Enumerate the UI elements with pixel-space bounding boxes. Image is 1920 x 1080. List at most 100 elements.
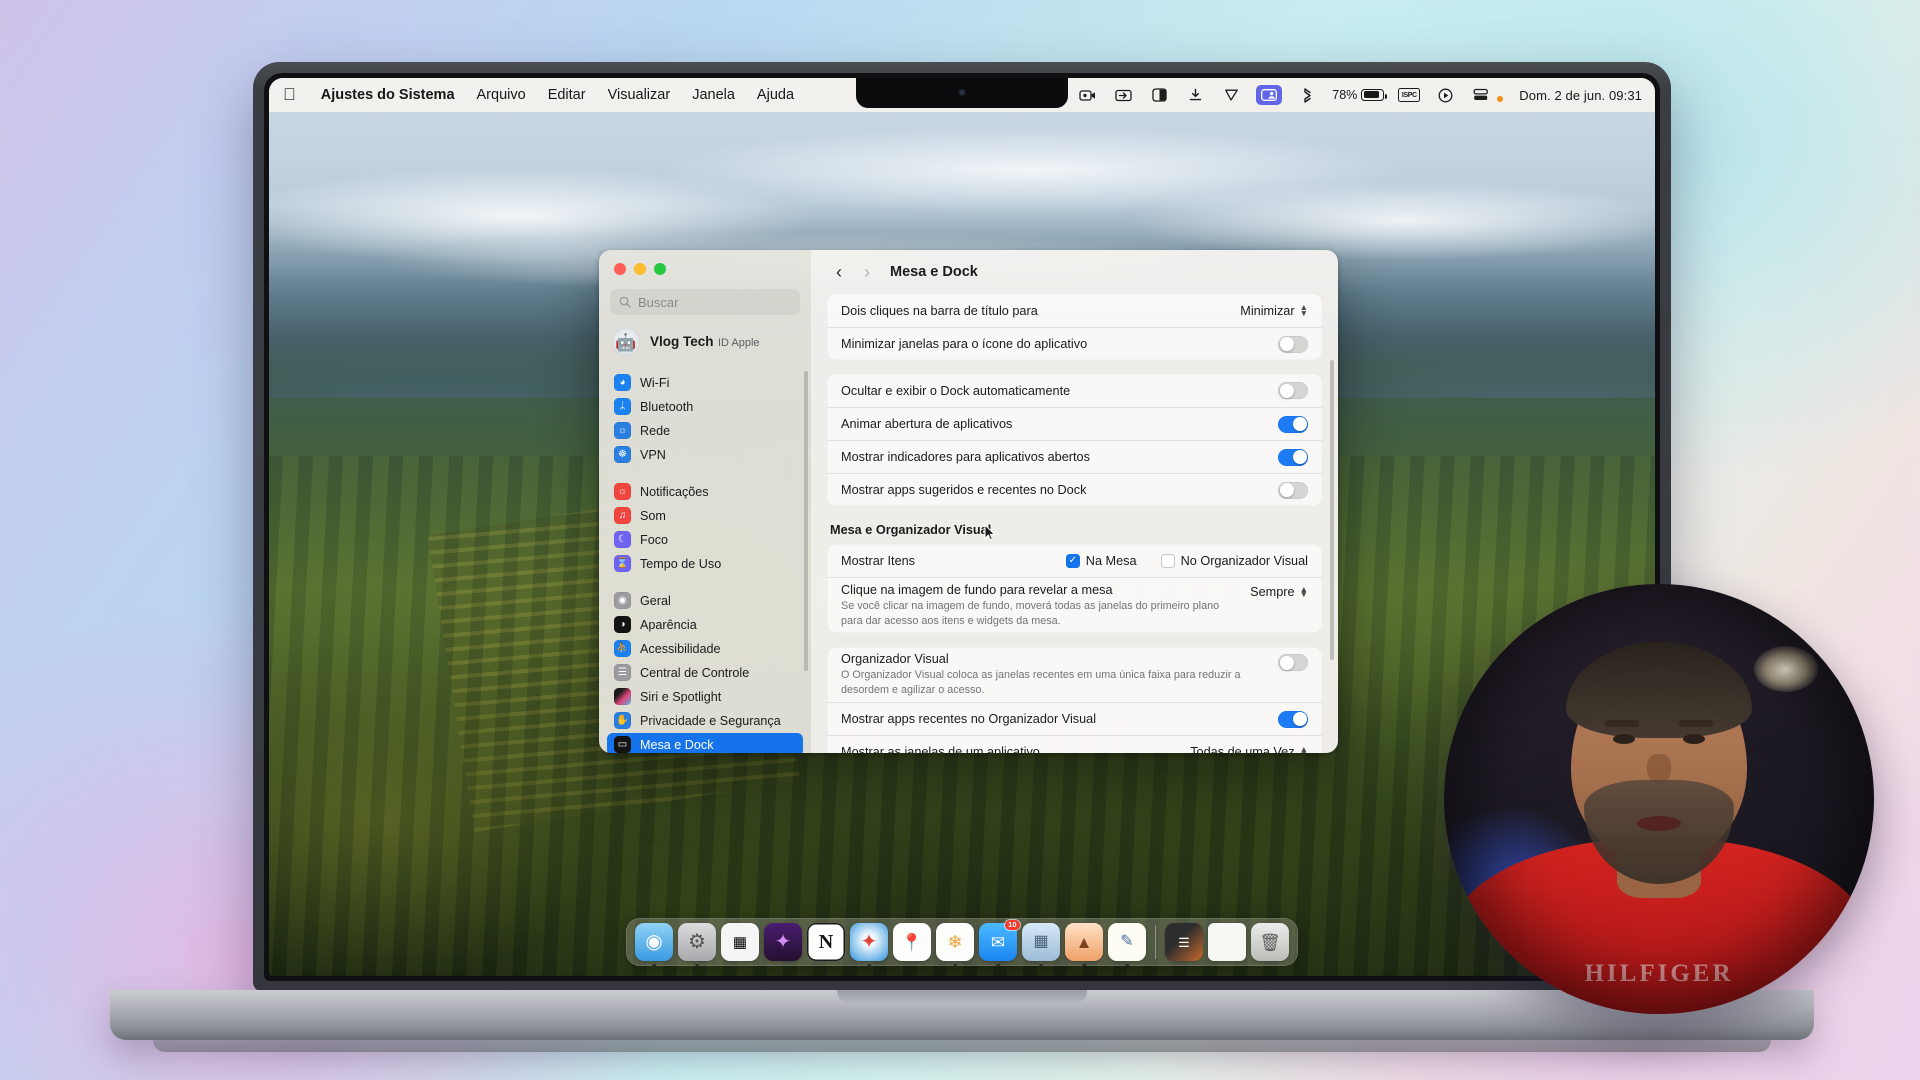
row-label: Mostrar apps recentes no Organizador Vis…: [841, 712, 1097, 727]
system-settings-icon[interactable]: ⚙: [678, 923, 716, 967]
sidebar-item-wifi[interactable]: ◕ Wi-Fi: [607, 371, 803, 394]
checkbox-label: No Organizador Visual: [1180, 553, 1308, 568]
toggle-show-indicators[interactable]: [1278, 448, 1308, 466]
appearance-icon: ◑: [614, 616, 631, 633]
popup-double-click-action[interactable]: Minimizar ▲ ▼: [1240, 303, 1308, 318]
menu-item-arquivo[interactable]: Arquivo: [477, 87, 526, 103]
badge-icon[interactable]: ISPC: [1398, 88, 1421, 102]
sidebar-item-notificacoes[interactable]: ☼ Notificações: [607, 480, 803, 503]
pages-icon[interactable]: ▲: [1065, 923, 1103, 967]
sidebar-item-acessibilidade[interactable]: ⛹ Acessibilidade: [607, 637, 803, 660]
screenshot-thumb-icon[interactable]: ☰: [1165, 923, 1203, 961]
affinity-designer-icon[interactable]: ✦: [764, 923, 802, 961]
battery-status[interactable]: 78%: [1332, 88, 1387, 102]
toggle-show-suggested-recent-apps[interactable]: [1278, 481, 1308, 499]
screen-record-icon[interactable]: [1076, 85, 1098, 105]
row-show-items[interactable]: Mostrar Itens ✓ Na Mesa No Organizador V…: [827, 544, 1322, 577]
stacks-icon[interactable]: [1470, 85, 1492, 105]
chevron-left-icon[interactable]: ‹: [829, 263, 849, 281]
sidebar-item-som[interactable]: ♫ Som: [607, 504, 803, 527]
sidebar-item-central-de-controle[interactable]: ☰ Central de Controle: [607, 661, 803, 684]
menu-bar-clock[interactable]: Dom. 2 de jun. 09:31: [1519, 88, 1642, 103]
sidebar-item-label: Notificações: [640, 484, 709, 499]
sidebar-scrollbar[interactable]: [804, 371, 808, 671]
maps-icon[interactable]: 📍: [893, 923, 931, 961]
minimize-button[interactable]: [634, 263, 646, 275]
sidebar-item-label: Som: [640, 508, 666, 523]
mouse-cursor: [984, 524, 996, 541]
download-icon[interactable]: [1184, 85, 1206, 105]
toggle-minimize-into-app-icon[interactable]: [1278, 335, 1308, 353]
screen-time-icon: ⌛: [614, 555, 631, 572]
notion-icon[interactable]: N: [807, 923, 845, 961]
row-double-click-title-bar[interactable]: Dois cliques na barra de título para Min…: [827, 294, 1322, 327]
sidebar-item-label: Aparência: [640, 617, 697, 632]
menu-item-janela[interactable]: Janela: [692, 87, 735, 103]
screen-share-icon[interactable]: [1112, 85, 1134, 105]
row-show-indicators[interactable]: Mostrar indicadores para aplicativos abe…: [827, 440, 1322, 473]
facetime-camera-icon: [958, 89, 966, 96]
display-contrast-icon[interactable]: [1148, 85, 1170, 105]
sidebar-item-label: Siri e Spotlight: [640, 689, 722, 704]
account-row[interactable]: 🤖 Vlog Tech ID Apple: [599, 321, 811, 366]
row-label: Mostrar Itens: [841, 553, 916, 568]
row-label: Mostrar as janelas de um aplicativo: [841, 745, 1040, 753]
toggle-auto-hide-dock[interactable]: [1278, 382, 1308, 399]
finder-icon[interactable]: ◉: [635, 923, 673, 967]
sidebar-item-foco[interactable]: ☾ Foco: [607, 528, 803, 551]
toggle-show-recent-apps-stage-manager[interactable]: [1278, 710, 1308, 728]
row-minimize-into-app-icon[interactable]: Minimizar janelas para o ícone do aplica…: [827, 327, 1322, 360]
safari-icon[interactable]: ✦: [850, 923, 888, 967]
toggle-stage-manager[interactable]: [1278, 654, 1308, 672]
play-circle-icon[interactable]: [1434, 85, 1456, 105]
sidebar-item-vpn[interactable]: ☸ VPN: [607, 443, 803, 466]
sidebar-item-tempo-de-uso[interactable]: ⌛ Tempo de Uso: [607, 552, 803, 575]
row-auto-hide-dock[interactable]: Ocultar e exibir o Dock automaticamente: [827, 374, 1322, 407]
sidebar-item-siri-e-spotlight[interactable]: Siri e Spotlight: [607, 685, 803, 708]
apple-logo-icon[interactable]: : [283, 86, 296, 103]
launchpad-icon[interactable]: ▦: [721, 923, 759, 961]
shortcuts-icon[interactable]: [1220, 85, 1242, 105]
chevron-right-icon[interactable]: ›: [857, 263, 877, 281]
close-button[interactable]: [614, 263, 626, 275]
bluetooth-icon[interactable]: [1296, 85, 1318, 105]
clipboard-thumb-icon[interactable]: [1208, 923, 1246, 961]
row-show-suggested-recent-apps[interactable]: Mostrar apps sugeridos e recentes no Doc…: [827, 473, 1322, 506]
pane-body[interactable]: Dois cliques na barra de título para Min…: [811, 294, 1338, 753]
row-stage-manager[interactable]: Organizador Visual O Organizador Visual …: [827, 647, 1322, 702]
row-show-recent-apps-stage-manager[interactable]: Mostrar apps recentes no Organizador Vis…: [827, 702, 1322, 735]
toggle-animate-opening-apps[interactable]: [1278, 415, 1308, 433]
content-scrollbar[interactable]: [1330, 360, 1334, 660]
sidebar-item-rede[interactable]: ☼ Rede: [607, 419, 803, 442]
notes-icon[interactable]: ✎: [1108, 923, 1146, 967]
window-traffic-lights[interactable]: [599, 250, 811, 275]
checkbox-no-organizador-visual[interactable]: No Organizador Visual: [1160, 553, 1308, 568]
notifications-icon: ☼: [614, 483, 631, 500]
sidebar-scroll-area[interactable]: 🤖 Vlog Tech ID Apple ◕ Wi-Fi ᛦ Bluetooth…: [599, 315, 811, 753]
system-settings-window[interactable]: Buscar 🤖 Vlog Tech ID Apple ◕ Wi-Fi ᛦ Bl…: [599, 250, 1338, 753]
maximize-button[interactable]: [654, 263, 666, 275]
checkbox-na-mesa[interactable]: ✓ Na Mesa: [1065, 553, 1137, 568]
mail-icon[interactable]: ✉ 10: [979, 920, 1020, 967]
dock[interactable]: ◉ ⚙ ▦ ✦ N ✦ 📍 ❄ ✉ 10 ▦ ▲ ✎ ☰ 🗑: [626, 918, 1298, 967]
row-show-windows-from-app[interactable]: Mostrar as janelas de um aplicativo Toda…: [827, 735, 1322, 753]
sidebar-item-mesa-e-dock[interactable]: ▭ Mesa e Dock: [607, 733, 803, 753]
sidebar-item-geral[interactable]: ◉ Geral: [607, 589, 803, 612]
trash-icon[interactable]: 🗑: [1251, 923, 1289, 961]
control-center-highlight-icon[interactable]: [1256, 85, 1283, 105]
focus-icon: ☾: [614, 531, 631, 548]
menu-item-editar[interactable]: Editar: [548, 87, 586, 103]
sidebar-item-aparencia[interactable]: ◑ Aparência: [607, 613, 803, 636]
preview-icon[interactable]: ▦: [1022, 923, 1060, 967]
menu-item-app[interactable]: Ajustes do Sistema: [321, 87, 455, 103]
photos-icon[interactable]: ❄: [936, 923, 974, 967]
popup-click-wallpaper[interactable]: Sempre ▲ ▼: [1250, 584, 1308, 599]
sidebar-item-privacidade-e-seguranca[interactable]: ✋ Privacidade e Segurança: [607, 709, 803, 732]
menu-item-ajuda[interactable]: Ajuda: [757, 87, 794, 103]
popup-show-windows-from-app[interactable]: Todas de uma Vez ▲▼: [1190, 745, 1308, 753]
row-click-wallpaper-reveal-desktop[interactable]: Clique na imagem de fundo para revelar a…: [827, 577, 1322, 633]
sidebar-item-bluetooth[interactable]: ᛦ Bluetooth: [607, 395, 803, 418]
search-input[interactable]: Buscar: [610, 289, 800, 315]
menu-item-visualizar[interactable]: Visualizar: [608, 87, 671, 103]
row-animate-opening-apps[interactable]: Animar abertura de aplicativos: [827, 407, 1322, 440]
